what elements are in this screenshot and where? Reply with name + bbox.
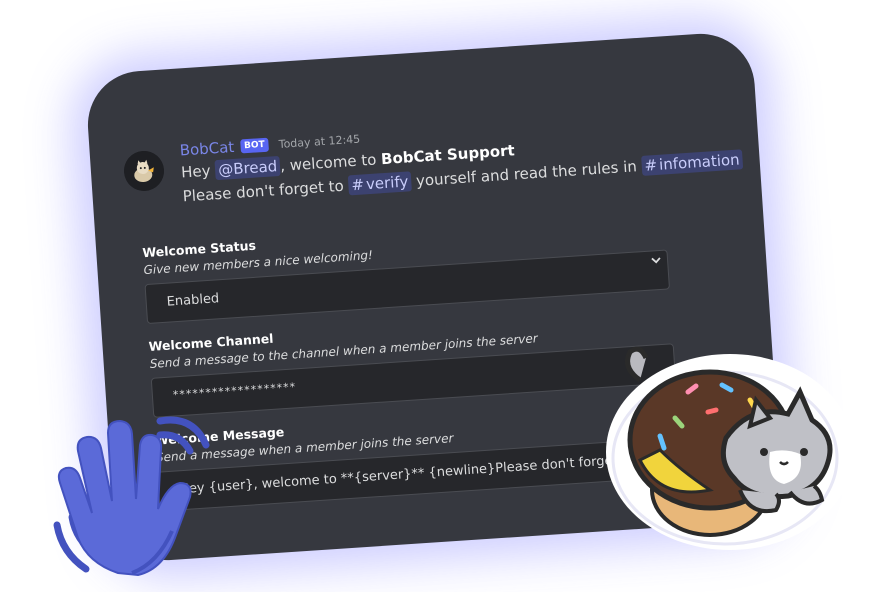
user-mention[interactable]: @Bread [214,155,281,181]
greeting-text: Hey [180,161,212,182]
hash-icon: # [350,175,365,195]
waving-hand-icon [53,416,210,577]
bot-tag-badge: BOT [239,137,270,154]
cat-donut-sticker [606,346,854,550]
input-value: Hey {user}, welcome to **{server}** {new… [178,452,636,498]
welcome-channel-field: Welcome Channel Send a message to the ch… [148,304,677,418]
message-timestamp: Today at 12:45 [278,132,361,151]
channel-mention-infomation[interactable]: #infomation [640,149,744,176]
welcome-status-field: Welcome Status Give new members a nice w… [142,211,671,325]
bobcat-avatar-icon[interactable] [122,149,166,193]
channel-verify-label: verify [365,172,409,194]
input-value: ******************* [172,380,297,402]
scene: BobCat BOT Today at 12:45 Hey @Bread, we… [0,0,875,592]
bot-message: BobCat BOT Today at 12:45 Hey @Bread, we… [179,103,744,208]
hash-icon: # [643,155,658,175]
channel-mention-verify[interactable]: #verify [347,171,412,196]
select-value: Enabled [166,291,220,310]
author-name[interactable]: BobCat [179,138,235,160]
channel-info-label: infomation [658,150,741,174]
welcome-text: , welcome to [279,150,377,175]
chevron-down-icon[interactable] [651,256,662,265]
